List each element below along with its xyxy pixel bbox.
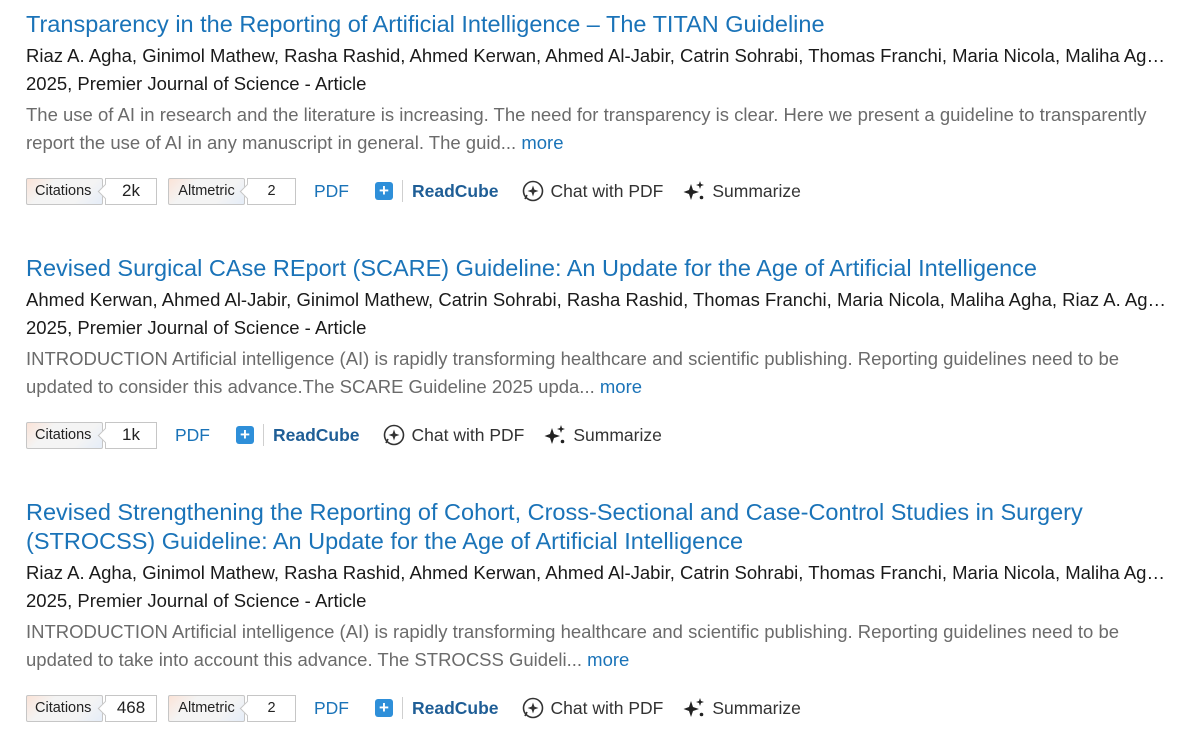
result-abstract: INTRODUCTION Artificial intelligence (AI… xyxy=(26,345,1171,401)
abstract-text: INTRODUCTION Artificial intelligence (AI… xyxy=(26,621,1120,670)
altmetric-badge[interactable]: Altmetric xyxy=(168,694,245,722)
result-title-link[interactable]: Revised Strengthening the Reporting of C… xyxy=(26,498,1086,556)
sparkle-icon xyxy=(683,698,705,717)
chat-with-pdf-button[interactable]: Chat with PDF xyxy=(522,180,664,202)
divider xyxy=(402,697,403,719)
chat-pdf-icon xyxy=(522,180,543,202)
summarize-button[interactable]: Summarize xyxy=(544,424,662,446)
result-venue: 2025, Premier Journal of Science - Artic… xyxy=(26,317,367,338)
chat-pdf-icon xyxy=(522,697,543,719)
plus-square-icon: + xyxy=(375,182,393,200)
result-abstract: The use of AI in research and the litera… xyxy=(26,101,1171,157)
pdf-link[interactable]: PDF xyxy=(314,181,349,202)
chat-with-pdf-button[interactable]: Chat with PDF xyxy=(383,424,525,446)
divider xyxy=(263,424,264,446)
result-title-link[interactable]: Revised Surgical CAse REport (SCARE) Gui… xyxy=(26,254,1176,283)
divider xyxy=(402,180,403,202)
abstract-text: INTRODUCTION Artificial intelligence (AI… xyxy=(26,348,1120,397)
more-link[interactable]: more xyxy=(521,132,563,153)
summarize-label: Summarize xyxy=(712,180,801,201)
summarize-label: Summarize xyxy=(712,697,801,718)
readcube-link[interactable]: ReadCube xyxy=(273,425,360,446)
citations-count[interactable]: 1k xyxy=(105,421,157,449)
altmetric-score[interactable]: 2 xyxy=(247,177,296,205)
chat-with-pdf-label: Chat with PDF xyxy=(411,424,525,445)
citations-count[interactable]: 468 xyxy=(105,694,157,722)
result-actions: Citations 1k PDF + ReadCube Chat with PD… xyxy=(26,420,662,450)
pdf-link[interactable]: PDF xyxy=(314,698,349,719)
pdf-link[interactable]: PDF xyxy=(175,425,210,446)
result-authors: Ahmed Kerwan, Ahmed Al-Jabir, Ginimol Ma… xyxy=(26,289,1166,310)
readcube-link[interactable]: ReadCube xyxy=(412,181,499,202)
result-actions: Citations 468 Altmetric 2 PDF + ReadCube… xyxy=(26,693,801,723)
chat-with-pdf-button[interactable]: Chat with PDF xyxy=(522,697,664,719)
search-result-3: Revised Strengthening the Reporting of C… xyxy=(26,498,1176,722)
plus-square-icon: + xyxy=(375,699,393,717)
more-link[interactable]: more xyxy=(587,649,629,670)
summarize-label: Summarize xyxy=(573,424,662,445)
altmetric-badge[interactable]: Altmetric xyxy=(168,177,245,205)
more-link[interactable]: more xyxy=(600,376,642,397)
citations-badge[interactable]: Citations xyxy=(26,421,103,449)
altmetric-score[interactable]: 2 xyxy=(247,694,296,722)
citations-badge[interactable]: Citations xyxy=(26,177,103,205)
search-result-2: Revised Surgical CAse REport (SCARE) Gui… xyxy=(26,254,1176,449)
plus-square-icon: + xyxy=(236,426,254,444)
result-venue: 2025, Premier Journal of Science - Artic… xyxy=(26,73,367,94)
result-venue: 2025, Premier Journal of Science - Artic… xyxy=(26,590,367,611)
sparkle-icon xyxy=(683,181,705,200)
result-actions: Citations 2k Altmetric 2 PDF + ReadCube … xyxy=(26,176,801,206)
search-result-1: Transparency in the Reporting of Artific… xyxy=(26,10,1176,205)
chat-with-pdf-label: Chat with PDF xyxy=(550,697,664,718)
abstract-text: The use of AI in research and the litera… xyxy=(26,104,1147,153)
chat-with-pdf-label: Chat with PDF xyxy=(550,180,664,201)
citations-count[interactable]: 2k xyxy=(105,177,157,205)
result-authors: Riaz A. Agha, Ginimol Mathew, Rasha Rash… xyxy=(26,562,1166,583)
result-authors: Riaz A. Agha, Ginimol Mathew, Rasha Rash… xyxy=(26,45,1166,66)
chat-pdf-icon xyxy=(383,424,404,446)
summarize-button[interactable]: Summarize xyxy=(683,697,801,719)
result-title-link[interactable]: Transparency in the Reporting of Artific… xyxy=(26,10,1176,39)
sparkle-icon xyxy=(544,425,566,444)
citations-badge[interactable]: Citations xyxy=(26,694,103,722)
result-abstract: INTRODUCTION Artificial intelligence (AI… xyxy=(26,618,1171,674)
summarize-button[interactable]: Summarize xyxy=(683,180,801,202)
readcube-link[interactable]: ReadCube xyxy=(412,698,499,719)
